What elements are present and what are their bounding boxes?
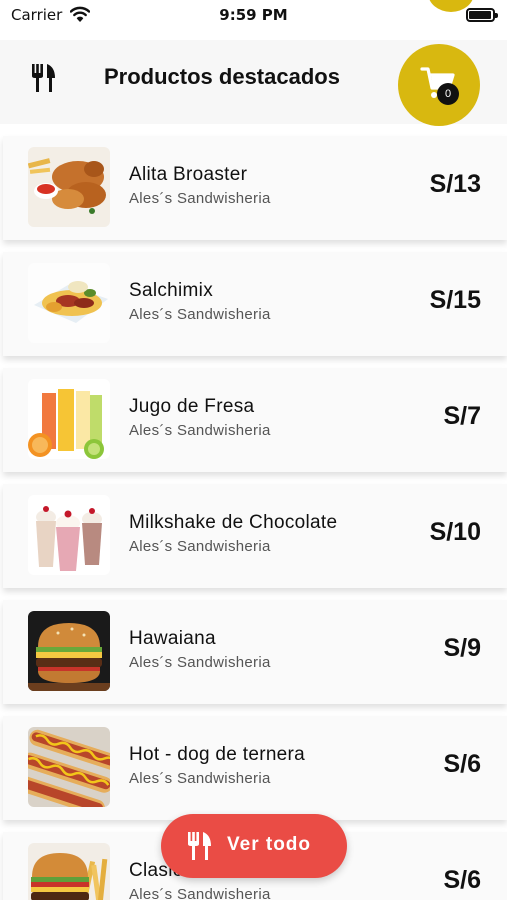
page-title: Productos destacados [104, 64, 340, 89]
product-image-hot-dogs [28, 727, 110, 807]
product-price: S/10 [429, 518, 481, 546]
utensils-icon [187, 832, 213, 864]
product-store: Ales´s Sandwisheria [129, 886, 271, 900]
product-price: S/9 [443, 634, 481, 662]
see-all-button[interactable]: Ver todo [161, 814, 347, 878]
product-image-sausage-fries [28, 263, 110, 343]
product-price: S/15 [429, 286, 481, 314]
product-store: Ales´s Sandwisheria [129, 190, 271, 207]
product-image-fried-chicken [28, 147, 110, 227]
product-image-milkshakes [28, 495, 110, 575]
cart-count-badge: 0 [437, 83, 459, 105]
product-name: Salchimix [129, 280, 213, 301]
product-image-burger-fries [28, 843, 110, 900]
product-card[interactable]: Jugo de Fresa Ales´s Sandwisheria S/7 [3, 368, 507, 472]
product-store: Ales´s Sandwisheria [129, 422, 271, 439]
product-name: Hawaiana [129, 628, 216, 649]
status-bar: Carrier 9:59 PM [0, 0, 507, 32]
status-time: 9:59 PM [219, 6, 288, 24]
product-price: S/7 [443, 402, 481, 430]
product-card[interactable]: Salchimix Ales´s Sandwisheria S/15 [3, 252, 507, 356]
product-card[interactable]: Milkshake de Chocolate Ales´s Sandwisher… [3, 484, 507, 588]
see-all-label: Ver todo [227, 834, 312, 855]
product-price: S/6 [443, 866, 481, 894]
product-price: S/13 [429, 170, 481, 198]
product-name: Milkshake de Chocolate [129, 512, 338, 533]
product-store: Ales´s Sandwisheria [129, 770, 271, 787]
battery-icon [466, 8, 498, 22]
product-name: Hot - dog de ternera [129, 744, 306, 765]
product-image-juice-glasses [28, 379, 110, 459]
product-card[interactable]: Hot - dog de ternera Ales´s Sandwisheria… [3, 716, 507, 820]
product-image-burger [28, 611, 110, 691]
product-name: Jugo de Fresa [129, 396, 255, 417]
product-card[interactable]: Alita Broaster Ales´s Sandwisheria S/13 [3, 136, 507, 240]
product-store: Ales´s Sandwisheria [129, 538, 271, 555]
product-store: Ales´s Sandwisheria [129, 306, 271, 323]
product-name: Alita Broaster [129, 164, 248, 185]
product-card[interactable]: Hawaiana Ales´s Sandwisheria S/9 [3, 600, 507, 704]
product-store: Ales´s Sandwisheria [129, 654, 271, 671]
product-price: S/6 [443, 750, 481, 778]
utensils-icon[interactable] [31, 64, 57, 96]
cart-button[interactable] [398, 44, 480, 126]
